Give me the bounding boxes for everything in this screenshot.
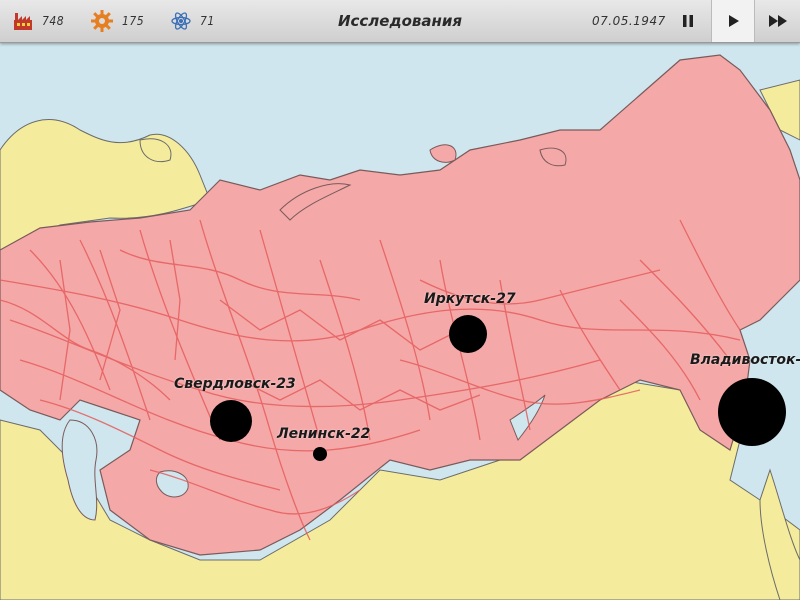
top-bar: 748 175 71 Исследования 07.05.1947 — [0, 0, 800, 43]
world-map[interactable] — [0, 0, 800, 600]
city-label-leninsk: Ленинск-22 — [277, 426, 371, 442]
factory-icon — [12, 10, 34, 32]
gear-icon — [90, 9, 114, 33]
city-label-sverdlovsk: Свердловск-23 — [174, 376, 296, 392]
city-marker-irkutsk[interactable] — [449, 315, 487, 353]
fast-forward-icon — [769, 15, 787, 27]
play-icon — [729, 15, 739, 27]
city-marker-sverdlovsk[interactable] — [210, 400, 252, 442]
city-label-vladivostok: Владивосток- — [690, 352, 800, 368]
science-value: 71 — [200, 14, 215, 28]
factories-value: 748 — [42, 14, 65, 28]
city-marker-leninsk[interactable] — [313, 447, 327, 461]
pause-button[interactable] — [666, 0, 710, 42]
fast-forward-button[interactable] — [756, 0, 800, 42]
city-label-irkutsk: Иркутск-27 — [424, 291, 516, 307]
game-date: 07.05.1947 — [592, 14, 666, 28]
pause-icon — [683, 15, 693, 27]
gears-counter: 175 — [90, 0, 144, 42]
play-button[interactable] — [711, 0, 755, 42]
science-counter: 71 — [170, 0, 215, 42]
gears-value: 175 — [122, 14, 145, 28]
city-marker-vladivostok[interactable] — [718, 378, 786, 446]
atom-icon — [170, 10, 192, 32]
factories-counter: 748 — [12, 0, 64, 42]
